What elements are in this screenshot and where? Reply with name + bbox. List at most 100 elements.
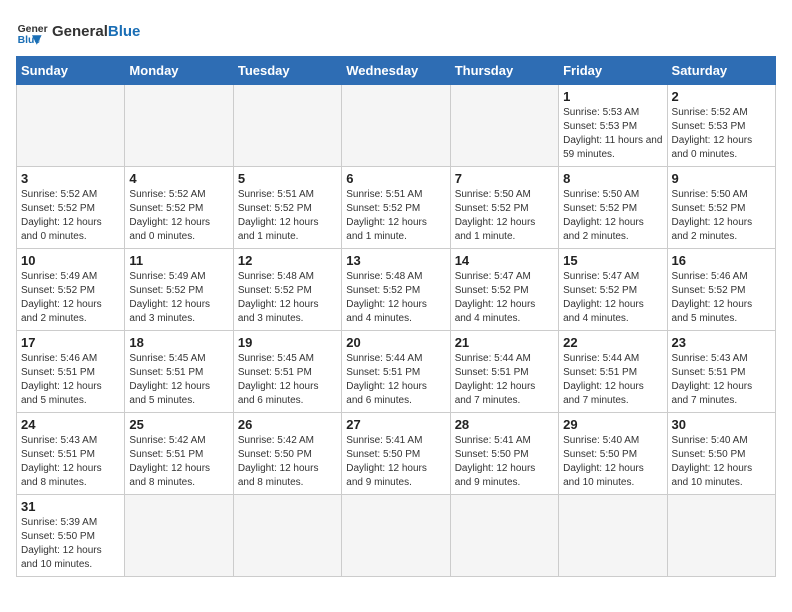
calendar-cell: 12 Sunrise: 5:48 AM Sunset: 5:52 PM Dayli… bbox=[233, 249, 341, 331]
day-info: Sunrise: 5:40 AM Sunset: 5:50 PM Dayligh… bbox=[563, 434, 662, 490]
weekday-header-wednesday: Wednesday bbox=[342, 57, 450, 85]
weekday-header-saturday: Saturday bbox=[667, 57, 775, 85]
day-number: 14 bbox=[455, 253, 554, 268]
day-info: Sunrise: 5:47 AM Sunset: 5:52 PM Dayligh… bbox=[563, 270, 662, 326]
calendar-cell: 10 Sunrise: 5:49 AM Sunset: 5:52 PM Dayli… bbox=[17, 249, 125, 331]
day-info: Sunrise: 5:52 AM Sunset: 5:52 PM Dayligh… bbox=[21, 188, 120, 244]
logo-blue: Blue bbox=[108, 23, 141, 40]
day-number: 8 bbox=[563, 171, 662, 186]
weekday-header-monday: Monday bbox=[125, 57, 233, 85]
day-number: 7 bbox=[455, 171, 554, 186]
calendar-cell: 30 Sunrise: 5:40 AM Sunset: 5:50 PM Dayli… bbox=[667, 413, 775, 495]
day-info: Sunrise: 5:41 AM Sunset: 5:50 PM Dayligh… bbox=[455, 434, 554, 490]
day-number: 30 bbox=[672, 417, 771, 432]
logo: General Blue GeneralBlue bbox=[16, 16, 140, 48]
weekday-header-thursday: Thursday bbox=[450, 57, 558, 85]
day-number: 2 bbox=[672, 89, 771, 104]
day-info: Sunrise: 5:43 AM Sunset: 5:51 PM Dayligh… bbox=[672, 352, 771, 408]
day-info: Sunrise: 5:44 AM Sunset: 5:51 PM Dayligh… bbox=[455, 352, 554, 408]
day-info: Sunrise: 5:50 AM Sunset: 5:52 PM Dayligh… bbox=[455, 188, 554, 244]
day-number: 31 bbox=[21, 499, 120, 514]
calendar-cell: 14 Sunrise: 5:47 AM Sunset: 5:52 PM Dayli… bbox=[450, 249, 558, 331]
day-number: 10 bbox=[21, 253, 120, 268]
day-info: Sunrise: 5:46 AM Sunset: 5:51 PM Dayligh… bbox=[21, 352, 120, 408]
day-number: 5 bbox=[238, 171, 337, 186]
day-info: Sunrise: 5:44 AM Sunset: 5:51 PM Dayligh… bbox=[346, 352, 445, 408]
calendar-cell: 2 Sunrise: 5:52 AM Sunset: 5:53 PM Daylig… bbox=[667, 85, 775, 167]
day-number: 24 bbox=[21, 417, 120, 432]
calendar-cell: 18 Sunrise: 5:45 AM Sunset: 5:51 PM Dayli… bbox=[125, 331, 233, 413]
day-info: Sunrise: 5:47 AM Sunset: 5:52 PM Dayligh… bbox=[455, 270, 554, 326]
logo-general: General bbox=[52, 23, 108, 40]
calendar-table: SundayMondayTuesdayWednesdayThursdayFrid… bbox=[16, 56, 776, 577]
day-info: Sunrise: 5:49 AM Sunset: 5:52 PM Dayligh… bbox=[21, 270, 120, 326]
day-number: 11 bbox=[129, 253, 228, 268]
day-number: 17 bbox=[21, 335, 120, 350]
day-number: 29 bbox=[563, 417, 662, 432]
calendar-week-4: 17 Sunrise: 5:46 AM Sunset: 5:51 PM Dayli… bbox=[17, 331, 776, 413]
day-info: Sunrise: 5:42 AM Sunset: 5:51 PM Dayligh… bbox=[129, 434, 228, 490]
day-number: 12 bbox=[238, 253, 337, 268]
day-info: Sunrise: 5:48 AM Sunset: 5:52 PM Dayligh… bbox=[346, 270, 445, 326]
calendar-cell: 29 Sunrise: 5:40 AM Sunset: 5:50 PM Dayli… bbox=[559, 413, 667, 495]
calendar-cell: 20Sunrise: 5:44 AM Sunset: 5:51 PM Dayli… bbox=[342, 331, 450, 413]
calendar-cell bbox=[125, 85, 233, 167]
day-info: Sunrise: 5:40 AM Sunset: 5:50 PM Dayligh… bbox=[672, 434, 771, 490]
day-number: 1 bbox=[563, 89, 662, 104]
day-info: Sunrise: 5:45 AM Sunset: 5:51 PM Dayligh… bbox=[238, 352, 337, 408]
calendar-cell: 15Sunrise: 5:47 AM Sunset: 5:52 PM Dayli… bbox=[559, 249, 667, 331]
calendar-cell bbox=[233, 495, 341, 577]
day-number: 22 bbox=[563, 335, 662, 350]
calendar-cell: 8 Sunrise: 5:50 AM Sunset: 5:52 PM Daylig… bbox=[559, 167, 667, 249]
calendar-cell bbox=[233, 85, 341, 167]
weekday-header-sunday: Sunday bbox=[17, 57, 125, 85]
day-info: Sunrise: 5:51 AM Sunset: 5:52 PM Dayligh… bbox=[346, 188, 445, 244]
calendar-cell: 21 Sunrise: 5:44 AM Sunset: 5:51 PM Dayli… bbox=[450, 331, 558, 413]
calendar-cell bbox=[342, 85, 450, 167]
calendar-cell bbox=[559, 495, 667, 577]
day-number: 23 bbox=[672, 335, 771, 350]
calendar-cell: 5Sunrise: 5:51 AM Sunset: 5:52 PM Daylig… bbox=[233, 167, 341, 249]
day-info: Sunrise: 5:49 AM Sunset: 5:52 PM Dayligh… bbox=[129, 270, 228, 326]
calendar-week-1: 1 Sunrise: 5:53 AM Sunset: 5:53 PM Daylig… bbox=[17, 85, 776, 167]
calendar-cell: 22Sunrise: 5:44 AM Sunset: 5:51 PM Dayli… bbox=[559, 331, 667, 413]
calendar-cell: 1 Sunrise: 5:53 AM Sunset: 5:53 PM Daylig… bbox=[559, 85, 667, 167]
weekday-header-friday: Friday bbox=[559, 57, 667, 85]
day-number: 16 bbox=[672, 253, 771, 268]
calendar-cell bbox=[667, 495, 775, 577]
calendar-cell bbox=[450, 85, 558, 167]
day-number: 26 bbox=[238, 417, 337, 432]
day-info: Sunrise: 5:52 AM Sunset: 5:52 PM Dayligh… bbox=[129, 188, 228, 244]
calendar-cell bbox=[17, 85, 125, 167]
calendar-cell bbox=[125, 495, 233, 577]
day-number: 21 bbox=[455, 335, 554, 350]
calendar-week-5: 24Sunrise: 5:43 AM Sunset: 5:51 PM Dayli… bbox=[17, 413, 776, 495]
calendar-cell: 23 Sunrise: 5:43 AM Sunset: 5:51 PM Dayli… bbox=[667, 331, 775, 413]
day-info: Sunrise: 5:46 AM Sunset: 5:52 PM Dayligh… bbox=[672, 270, 771, 326]
calendar-cell: 4 Sunrise: 5:52 AM Sunset: 5:52 PM Daylig… bbox=[125, 167, 233, 249]
page-header: General Blue GeneralBlue bbox=[16, 16, 776, 48]
calendar-cell: 3 Sunrise: 5:52 AM Sunset: 5:52 PM Daylig… bbox=[17, 167, 125, 249]
day-number: 9 bbox=[672, 171, 771, 186]
day-info: Sunrise: 5:39 AM Sunset: 5:50 PM Dayligh… bbox=[21, 516, 120, 572]
day-info: Sunrise: 5:53 AM Sunset: 5:53 PM Dayligh… bbox=[563, 106, 662, 162]
day-info: Sunrise: 5:52 AM Sunset: 5:53 PM Dayligh… bbox=[672, 106, 771, 162]
day-number: 4 bbox=[129, 171, 228, 186]
calendar-week-3: 10 Sunrise: 5:49 AM Sunset: 5:52 PM Dayli… bbox=[17, 249, 776, 331]
svg-text:Blue: Blue bbox=[18, 35, 41, 46]
day-number: 18 bbox=[129, 335, 228, 350]
day-info: Sunrise: 5:48 AM Sunset: 5:52 PM Dayligh… bbox=[238, 270, 337, 326]
weekday-header-tuesday: Tuesday bbox=[233, 57, 341, 85]
calendar-cell: 27 Sunrise: 5:41 AM Sunset: 5:50 PM Dayli… bbox=[342, 413, 450, 495]
day-info: Sunrise: 5:41 AM Sunset: 5:50 PM Dayligh… bbox=[346, 434, 445, 490]
day-info: Sunrise: 5:50 AM Sunset: 5:52 PM Dayligh… bbox=[563, 188, 662, 244]
day-info: Sunrise: 5:45 AM Sunset: 5:51 PM Dayligh… bbox=[129, 352, 228, 408]
calendar-cell: 31 Sunrise: 5:39 AM Sunset: 5:50 PM Dayli… bbox=[17, 495, 125, 577]
calendar-cell bbox=[450, 495, 558, 577]
calendar-cell: 13Sunrise: 5:48 AM Sunset: 5:52 PM Dayli… bbox=[342, 249, 450, 331]
calendar-cell: 6Sunrise: 5:51 AM Sunset: 5:52 PM Daylig… bbox=[342, 167, 450, 249]
day-number: 27 bbox=[346, 417, 445, 432]
day-number: 25 bbox=[129, 417, 228, 432]
day-info: Sunrise: 5:42 AM Sunset: 5:50 PM Dayligh… bbox=[238, 434, 337, 490]
day-number: 3 bbox=[21, 171, 120, 186]
